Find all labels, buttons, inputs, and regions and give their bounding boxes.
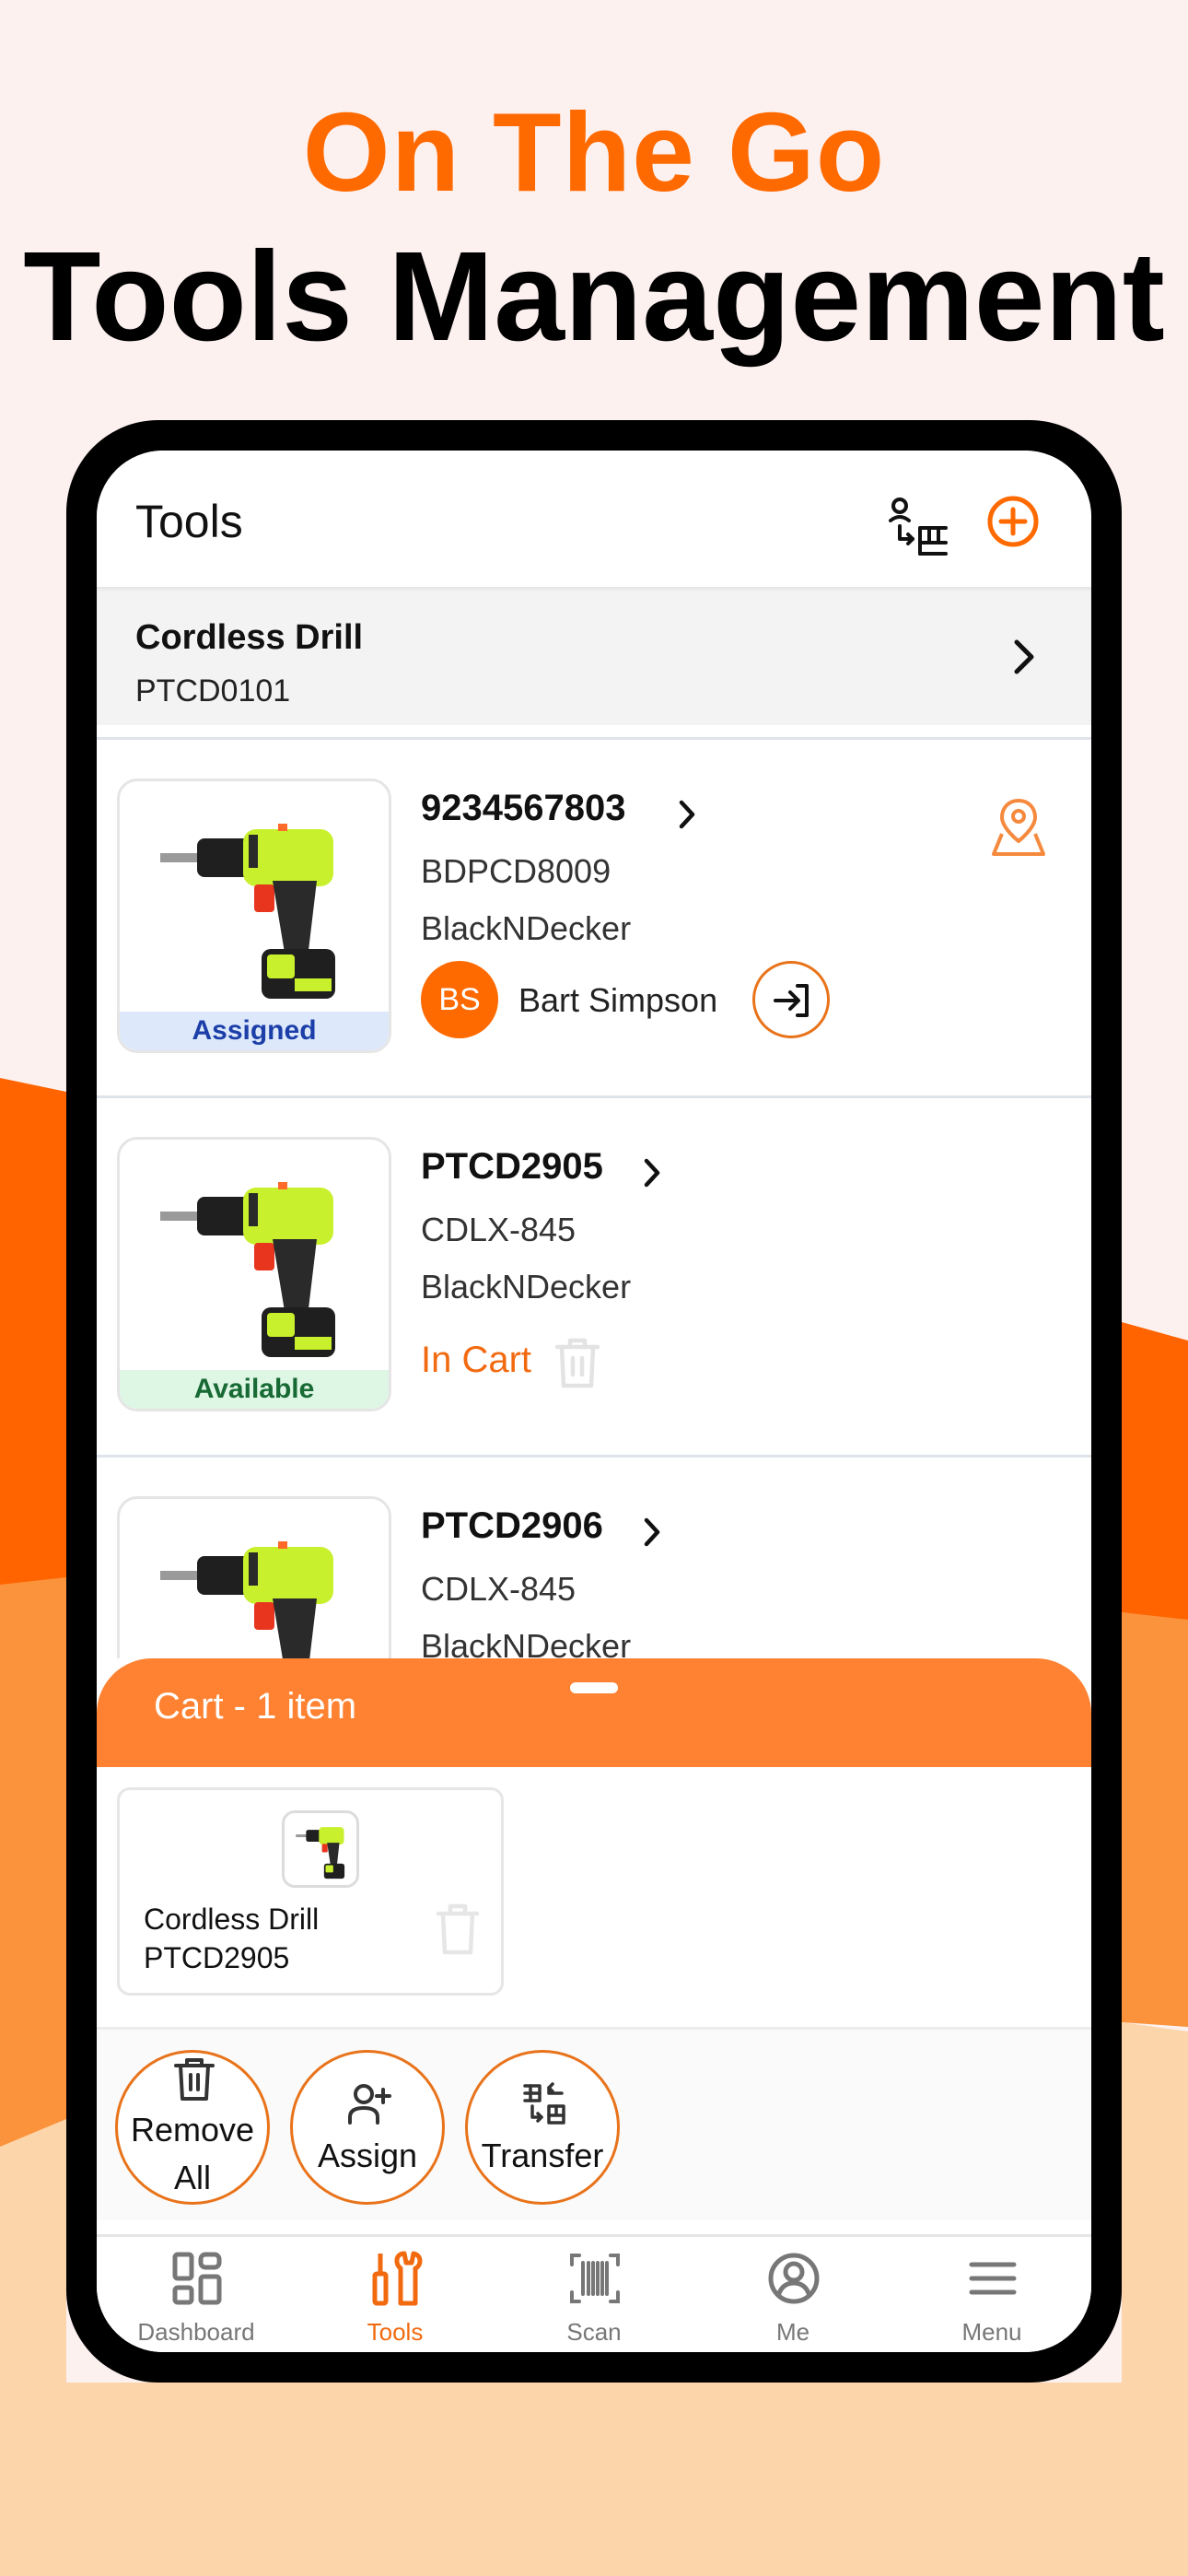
transfer-label: Transfer [481,2137,604,2174]
nav-label: Me [775,2318,810,2346]
tool-model: BDPCD8009 [421,852,611,890]
chevron-right-icon[interactable] [640,1515,664,1550]
avatar: BS [421,961,498,1038]
phone-frame: Tools Cordless Drill PTCD0101 Assigned 9… [66,420,1122,2383]
drill-image [160,1182,335,1357]
drag-handle[interactable] [570,1682,618,1693]
remove-all-label-1: Remove [130,2111,255,2149]
status-badge: Assigned [120,1012,389,1050]
nav-label: Dashboard [137,2318,255,2346]
tool-group-row[interactable]: Cordless Drill PTCD0101 [97,587,1091,725]
nav-me[interactable]: Me [693,2237,892,2352]
cart-item-name: Cordless Drill [144,1903,320,1936]
tool-image: Available [117,1137,391,1411]
nav-label: Tools [367,2318,424,2346]
assign-user-icon [348,2084,391,2125]
assignee-name: Bart Simpson [518,981,718,1019]
tool-brand: BlackNDecker [421,909,632,947]
cart-title: Cart - 1 item [154,1686,357,1727]
trash-icon[interactable] [553,1336,601,1389]
transfer-icon[interactable] [889,497,949,557]
dashboard-icon [172,2252,222,2305]
cart-item: Cordless Drill PTCD2905 [117,1787,504,1996]
tool-id[interactable]: PTCD2906 [421,1505,603,1547]
nav-label: Menu [961,2318,1022,2346]
tool-model: CDLX-845 [421,1570,577,1608]
nav-menu[interactable]: Menu [892,2237,1091,2352]
trash-icon [174,2058,215,2101]
nav-scan[interactable]: Scan [495,2237,693,2352]
app-screen: Tools Cordless Drill PTCD0101 Assigned 9… [97,451,1091,2352]
group-code: PTCD0101 [135,673,291,708]
nav-dashboard[interactable]: Dashboard [97,2237,296,2352]
drill-image [296,1827,345,1879]
check-in-button[interactable] [752,961,830,1038]
app-header: Tools [97,451,1091,587]
tool-id[interactable]: PTCD2905 [421,1146,603,1188]
tool-image: Assigned [117,779,391,1053]
cart-item-code: PTCD2905 [144,1941,290,1974]
tool-list-item[interactable]: Assigned 9234567803 BDPCD8009 BlackNDeck… [97,740,1091,1099]
cart-item-image [282,1810,359,1888]
nav-label: Scan [566,2318,622,2346]
remove-all-button[interactable]: Remove All [115,2050,270,2205]
chevron-right-icon[interactable] [675,797,699,832]
remove-all-label-2: All [173,2159,211,2196]
chevron-right-icon [1014,639,1034,674]
assign-label: Assign [317,2137,418,2174]
tool-id[interactable]: 9234567803 [421,788,625,829]
tools-icon [372,2251,423,2306]
add-circle-icon[interactable] [986,495,1040,548]
headline-on-the-go: On The Go [302,89,886,215]
tool-brand: BlackNDecker [421,1268,632,1306]
group-name: Cordless Drill [135,618,364,657]
cart-header[interactable]: Cart - 1 item [97,1658,1091,1767]
page-title: Tools [135,496,243,547]
barcode-scan-icon [570,2254,620,2303]
transfer-icon [523,2082,565,2125]
hamburger-menu-icon [969,2262,1017,2295]
chevron-right-icon[interactable] [640,1155,664,1190]
in-cart-label: In Cart [421,1340,532,1380]
cart-sheet: Cart - 1 item Cordless Drill PTCD2905 Re… [97,1658,1091,2352]
tool-list-item[interactable]: Available PTCD2905 CDLX-845 BlackNDecker… [97,1098,1091,1458]
cart-actions: Remove All Assign Transfer [97,2027,1091,2220]
assign-button[interactable]: Assign [290,2050,445,2205]
check-in-icon [774,984,809,1017]
status-badge: Available [120,1370,389,1409]
drill-image [160,824,335,999]
tool-model: CDLX-845 [421,1211,577,1248]
nav-tools[interactable]: Tools [296,2237,495,2352]
trash-icon[interactable] [435,1901,481,1956]
map-location-icon[interactable] [990,797,1047,858]
profile-icon [768,2253,820,2304]
transfer-button[interactable]: Transfer [465,2050,620,2205]
bottom-nav: Dashboard Tools Scan Me Menu [97,2234,1091,2352]
headline-tools-management: Tools Management [23,226,1165,368]
